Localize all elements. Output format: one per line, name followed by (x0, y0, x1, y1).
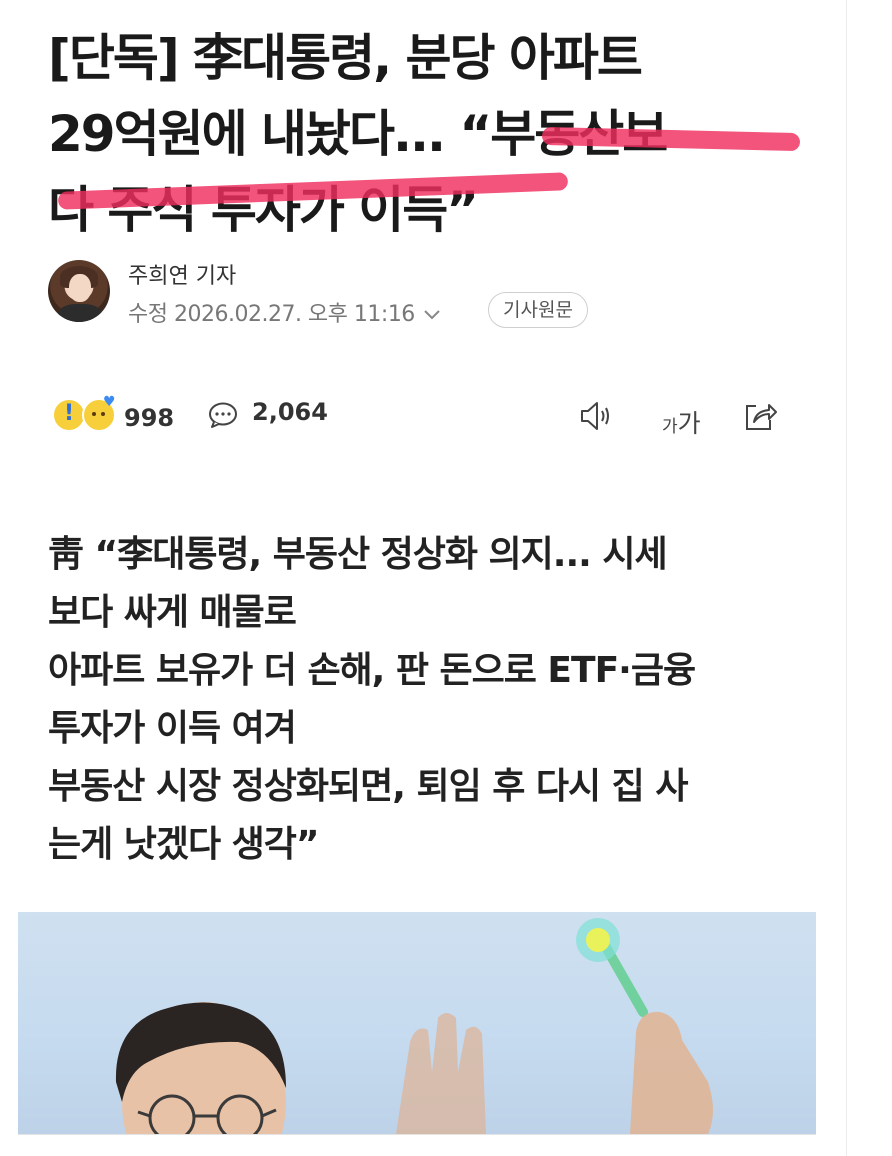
comment-count: 2,064 (252, 398, 328, 426)
surprised-emoji-icon (52, 398, 86, 432)
article-summary: 靑 “李대통령, 부동산 정상화 의지... 시세 보다 싸게 매물로 아파트 … (48, 526, 828, 874)
article-headline: [단독] 李대통령, 분당 아파트 29억원에 내놨다... “부동산보 다 주… (48, 20, 838, 248)
article-photo[interactable] (18, 912, 816, 1134)
original-article-button[interactable]: 기사원문 (488, 292, 588, 328)
divider (18, 1134, 816, 1135)
byline: 주희연 기자 수정 2026.02.27. 오후 11:16 기사원문 (48, 258, 688, 328)
modified-datetime[interactable]: 수정 2026.02.27. 오후 11:16 (128, 296, 441, 328)
page-edge (846, 0, 847, 1156)
summary-line: 부동산 시장 정상화되면, 퇴임 후 다시 집 사 (48, 766, 688, 807)
chevron-down-icon[interactable] (423, 302, 441, 327)
speaker-icon[interactable] (578, 398, 614, 434)
modified-label: 수정 (128, 302, 168, 327)
author-name[interactable]: 주희연 기자 (128, 258, 236, 290)
headline-line: 다 주식 투자가 이득” (48, 181, 479, 239)
font-size-icon[interactable]: 가가 (662, 404, 701, 440)
share-icon[interactable] (742, 398, 778, 434)
headline-line: [단독] 李대통령, 분당 아파트 (48, 29, 643, 87)
summary-line: 는게 낫겠다 생각” (48, 824, 320, 865)
photo-illustration (115, 918, 713, 1134)
summary-line: 보다 싸게 매물로 (48, 592, 297, 633)
reaction-count: 998 (124, 404, 175, 432)
summary-line: 아파트 보유가 더 손해, 판 돈으로 ETF·금융 (48, 650, 696, 691)
author-avatar[interactable] (48, 260, 110, 322)
summary-line: 투자가 이득 여겨 (48, 708, 297, 749)
smile-emoji-icon: ♥ (82, 394, 116, 432)
modified-time: 2026.02.27. 오후 11:16 (173, 302, 415, 327)
comment-icon (209, 402, 237, 428)
headline-line: 29억원에 내놨다... “부동산보 (48, 105, 668, 163)
article-toolbar: ♥ 998 2,064 가가 (52, 392, 792, 444)
summary-line: 靑 “李대통령, 부동산 정상화 의지... 시세 (48, 534, 668, 575)
